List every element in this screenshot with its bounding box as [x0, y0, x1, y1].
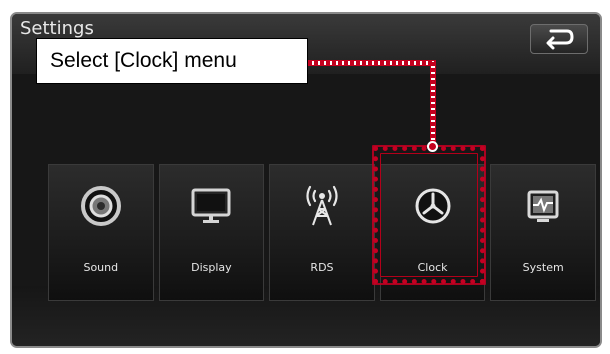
speaker-icon — [78, 183, 124, 229]
system-label: System — [522, 261, 564, 274]
back-button[interactable] — [530, 24, 588, 54]
page-title: Settings — [20, 18, 94, 39]
instruction-callout: Select [Clock] menu — [36, 38, 308, 84]
monitor-icon — [188, 183, 234, 229]
system-icon — [520, 183, 566, 229]
callout-pointer-dot — [427, 141, 438, 152]
settings-menu-row: Sound Display RDS Clock System — [48, 164, 596, 301]
sound-label: Sound — [83, 261, 119, 274]
antenna-icon — [299, 183, 345, 229]
callout-leader-vertical — [430, 62, 436, 144]
rds-label: RDS — [310, 261, 334, 274]
display-label: Display — [191, 261, 232, 274]
system-menu-item[interactable]: System — [490, 164, 596, 301]
rds-menu-item[interactable]: RDS — [269, 164, 375, 301]
clock-highlight-box — [372, 145, 486, 285]
display-menu-item[interactable]: Display — [158, 164, 265, 301]
back-arrow-icon — [546, 29, 574, 50]
sound-menu-item[interactable]: Sound — [48, 164, 154, 301]
callout-leader-horizontal — [308, 60, 436, 66]
